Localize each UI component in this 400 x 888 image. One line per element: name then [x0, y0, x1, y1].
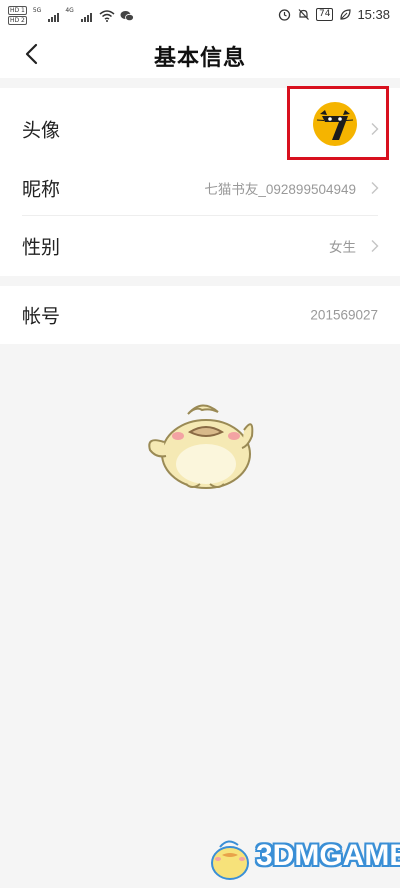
leaf-icon	[340, 9, 352, 20]
page-title: 基本信息	[153, 46, 246, 71]
avatar-label: 头像	[22, 119, 61, 142]
signal-icon	[48, 10, 60, 22]
nickname-label: 昵称	[22, 178, 61, 201]
avatar-highlight-box	[287, 86, 389, 160]
app-header: 基本信息	[0, 30, 400, 78]
gender-label: 性别	[22, 236, 61, 259]
clock-time: 15:38	[357, 7, 390, 22]
status-bar: HD 1 HD 2 5G 4G 74 15:38	[0, 0, 400, 30]
gender-row[interactable]: 性别 女生	[0, 216, 400, 276]
nickname-value: 七猫书友_092899504949	[204, 182, 356, 197]
hd-badges: HD 1 HD 2	[8, 6, 27, 25]
status-left: HD 1 HD 2 5G 4G	[8, 6, 134, 25]
nickname-row[interactable]: 昵称 七猫书友_092899504949	[0, 158, 400, 218]
status-right: 74 15:38	[278, 7, 390, 22]
network-5g-label: 5G	[32, 7, 42, 14]
hd2-badge: HD 2	[8, 16, 27, 25]
account-label: 帐号	[22, 305, 61, 328]
wechat-icon	[120, 10, 134, 21]
account-card: 帐号 201569027	[0, 286, 400, 344]
gender-value: 女生	[329, 240, 356, 255]
watermark: 3DMGAME	[204, 833, 400, 881]
watermark-text: 3DMGAME	[256, 839, 400, 872]
chevron-right-icon	[371, 182, 379, 194]
watermark-mascot-icon	[211, 840, 249, 880]
account-row: 帐号 201569027	[0, 286, 400, 344]
network-4g-label: 4G	[65, 7, 74, 14]
signal-icon-2	[80, 10, 92, 22]
mascot-illustration	[148, 404, 254, 489]
account-value: 201569027	[310, 307, 378, 323]
alarm-icon	[278, 9, 291, 21]
chevron-right-icon	[371, 240, 379, 252]
hd1-badge: HD 1	[8, 6, 27, 15]
battery-indicator: 74	[316, 8, 334, 21]
wifi-icon	[99, 9, 115, 22]
mute-bell-icon	[298, 9, 309, 20]
